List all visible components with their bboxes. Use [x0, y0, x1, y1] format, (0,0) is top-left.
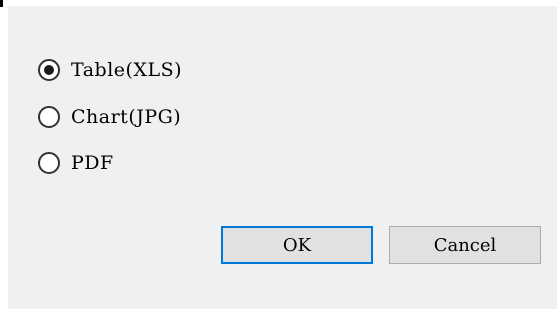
cancel-button[interactable]: Cancel [389, 226, 541, 264]
radio-unselected-icon[interactable] [38, 106, 60, 128]
export-format-dialog: Table(XLS) Chart(JPG) PDF OK Cancel [8, 6, 557, 309]
radio-option-pdf[interactable]: PDF [38, 148, 114, 178]
radio-option-chart-jpg[interactable]: Chart(JPG) [38, 102, 181, 132]
edge-tick [0, 0, 3, 7]
radio-unselected-icon[interactable] [38, 152, 60, 174]
radio-option-table-xls[interactable]: Table(XLS) [38, 55, 182, 85]
radio-selected-icon[interactable] [38, 59, 60, 81]
radio-label-table-xls: Table(XLS) [71, 59, 182, 81]
radio-label-pdf: PDF [71, 152, 114, 174]
radio-dot [44, 65, 54, 75]
ok-button[interactable]: OK [221, 226, 373, 264]
radio-label-chart-jpg: Chart(JPG) [71, 106, 182, 128]
